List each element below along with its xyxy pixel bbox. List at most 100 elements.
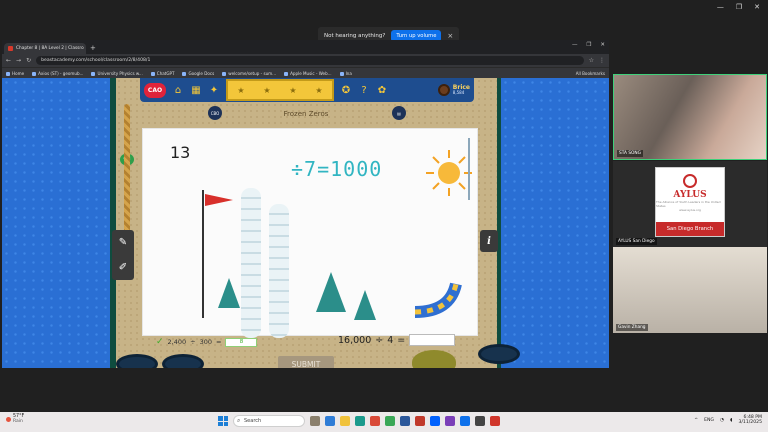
- star-icon: ★: [289, 85, 297, 95]
- bookmark-item[interactable]: Home: [6, 71, 24, 76]
- gear-icon[interactable]: ✿: [376, 84, 388, 96]
- bookmark-item[interactable]: ChatGPT: [150, 71, 174, 76]
- back-icon[interactable]: ←: [6, 57, 11, 64]
- user-points: 8,584: [452, 90, 465, 95]
- bookmarks-bar: Home Axios (ST) - geomub... University P…: [2, 67, 609, 78]
- windows-start-icon[interactable]: [218, 416, 228, 426]
- book-icon[interactable]: ▦: [190, 84, 202, 96]
- notes-icon[interactable]: ▤: [392, 106, 406, 120]
- question-number: 13: [170, 143, 191, 162]
- solved-answer: 8: [225, 337, 258, 347]
- tire-decoration: [478, 344, 520, 364]
- bookmark-item[interactable]: University Physics w...: [91, 71, 143, 76]
- dropbox-icon[interactable]: [430, 416, 440, 426]
- volume-icon[interactable]: ◖: [730, 418, 732, 423]
- puzzle-icon[interactable]: ✦: [208, 84, 220, 96]
- menu-icon[interactable]: ⋮: [599, 57, 605, 64]
- home-icon[interactable]: ⌂: [172, 84, 184, 96]
- bookmark-item[interactable]: Google Docs: [182, 71, 214, 76]
- browser-minimize-button[interactable]: —: [572, 42, 578, 48]
- app-icon[interactable]: [490, 416, 500, 426]
- tire-decoration: [116, 354, 158, 368]
- tree-icon: [316, 272, 346, 312]
- game-navbar: CAO ⌂ ▦ ✦ ★ ★ ★ ★ ✪ ? ✿ Brice 8,584: [140, 78, 474, 102]
- tab-classroom[interactable]: Chapter 8 | 8A Level 2 | Classro ×: [4, 43, 86, 54]
- new-tab-button[interactable]: +: [90, 43, 96, 54]
- reload-icon[interactable]: ↻: [26, 57, 31, 64]
- all-bookmarks[interactable]: All Bookmarks: [576, 71, 605, 76]
- participant-name: STA SONG: [617, 150, 643, 157]
- award-icon[interactable]: ✪: [340, 84, 352, 96]
- flag-pole: [202, 190, 204, 318]
- tree-icon: [218, 278, 240, 308]
- help-icon[interactable]: ?: [358, 84, 370, 96]
- bookmark-item[interactable]: Axios (ST) - geomub...: [32, 71, 83, 76]
- star-icon: ★: [237, 85, 245, 95]
- tree-icon: [354, 290, 376, 320]
- url-input[interactable]: beastacademy.com/school/classroom/2/8/40…: [36, 56, 584, 65]
- folder-icon: [339, 71, 344, 76]
- level-progress: ★ ★ ★ ★: [226, 79, 334, 101]
- participant-video[interactable]: Gavin Zhang: [613, 247, 767, 333]
- bookmark-item[interactable]: Ina: [339, 71, 352, 76]
- app-icon[interactable]: [445, 416, 455, 426]
- app-icon[interactable]: [415, 416, 425, 426]
- minimize-button[interactable]: —: [717, 3, 724, 11]
- browser-window-controls: — ❐ ✕: [572, 42, 605, 48]
- edge-icon[interactable]: [355, 416, 365, 426]
- forward-icon[interactable]: →: [16, 57, 21, 64]
- info-button[interactable]: i: [480, 230, 498, 252]
- wifi-icon[interactable]: ◔: [720, 418, 724, 423]
- bookmark-icon: [284, 71, 289, 76]
- weather-icon: [6, 417, 11, 422]
- bookmark-item[interactable]: welcome/setup - sum...: [222, 71, 276, 76]
- close-window-button[interactable]: ✕: [754, 3, 760, 11]
- tab-bar: Chapter 8 | 8A Level 2 | Classro × + — ❐…: [2, 40, 609, 54]
- close-icon[interactable]: ×: [447, 32, 453, 40]
- browser-close-button[interactable]: ✕: [600, 42, 605, 48]
- bookmark-item[interactable]: Apple Music - Web...: [284, 71, 332, 76]
- app-icon[interactable]: [370, 416, 380, 426]
- bookmark-icon: [182, 71, 187, 76]
- beast-academy-icon: [8, 46, 13, 51]
- address-bar: ← → ↻ beastacademy.com/school/classroom/…: [2, 54, 609, 67]
- slide-tube-icon: [414, 282, 462, 318]
- app-icon[interactable]: [310, 416, 320, 426]
- folder-icon[interactable]: [340, 416, 350, 426]
- taskbar: 57°F Rain Search ^ ENG ◔ ◖: [0, 412, 768, 432]
- participant-name: AYLUS San Diego: [616, 238, 657, 245]
- app-icon[interactable]: [325, 416, 335, 426]
- clock[interactable]: 6:48 PM 3/11/2025: [738, 415, 762, 425]
- level-bar: Frozen Zeros: [206, 106, 406, 122]
- taskbar-apps: Search: [218, 415, 500, 427]
- weather-widget[interactable]: 57°F Rain: [6, 414, 24, 424]
- system-tray: ^ ENG ◔ ◖ 6:48 PM 3/11/2025: [694, 415, 762, 425]
- submit-button[interactable]: SUBMIT: [278, 356, 334, 368]
- participant-video[interactable]: AYLUS The Alliance of Youth Leaders in t…: [613, 161, 767, 247]
- game-area: CAO ⌂ ▦ ✦ ★ ★ ★ ★ ✪ ? ✿ Brice 8,584 CBO …: [116, 78, 520, 368]
- taskbar-search[interactable]: Search: [233, 415, 305, 427]
- star-icon[interactable]: ☆: [589, 57, 594, 64]
- browser-maximize-button[interactable]: ❐: [586, 42, 591, 48]
- tray-overflow-icon[interactable]: ^: [694, 418, 698, 423]
- participant-video[interactable]: STA SONG: [613, 74, 767, 160]
- answer-input[interactable]: [409, 334, 456, 346]
- bookmark-icon: [91, 71, 96, 76]
- maximize-button[interactable]: ❐: [736, 3, 742, 11]
- bookmark-icon: [32, 71, 37, 76]
- user-profile[interactable]: Brice 8,584: [437, 84, 470, 96]
- beast-academy-logo[interactable]: CAO: [144, 82, 166, 98]
- string-decoration: [468, 138, 470, 200]
- hat-decoration: [412, 350, 456, 368]
- language-indicator[interactable]: ENG: [704, 418, 714, 423]
- notification-text: Not hearing anything?: [324, 33, 386, 39]
- right-wallpaper: [501, 78, 609, 368]
- chrome-icon[interactable]: [385, 416, 395, 426]
- check-icon: ✓: [156, 337, 164, 347]
- app-icon[interactable]: [475, 416, 485, 426]
- app-icon[interactable]: [400, 416, 410, 426]
- zoom-icon[interactable]: [460, 416, 470, 426]
- pencil-icon[interactable]: ✎: [119, 237, 127, 248]
- left-wallpaper: [2, 78, 110, 368]
- eraser-icon[interactable]: ✐: [119, 262, 127, 273]
